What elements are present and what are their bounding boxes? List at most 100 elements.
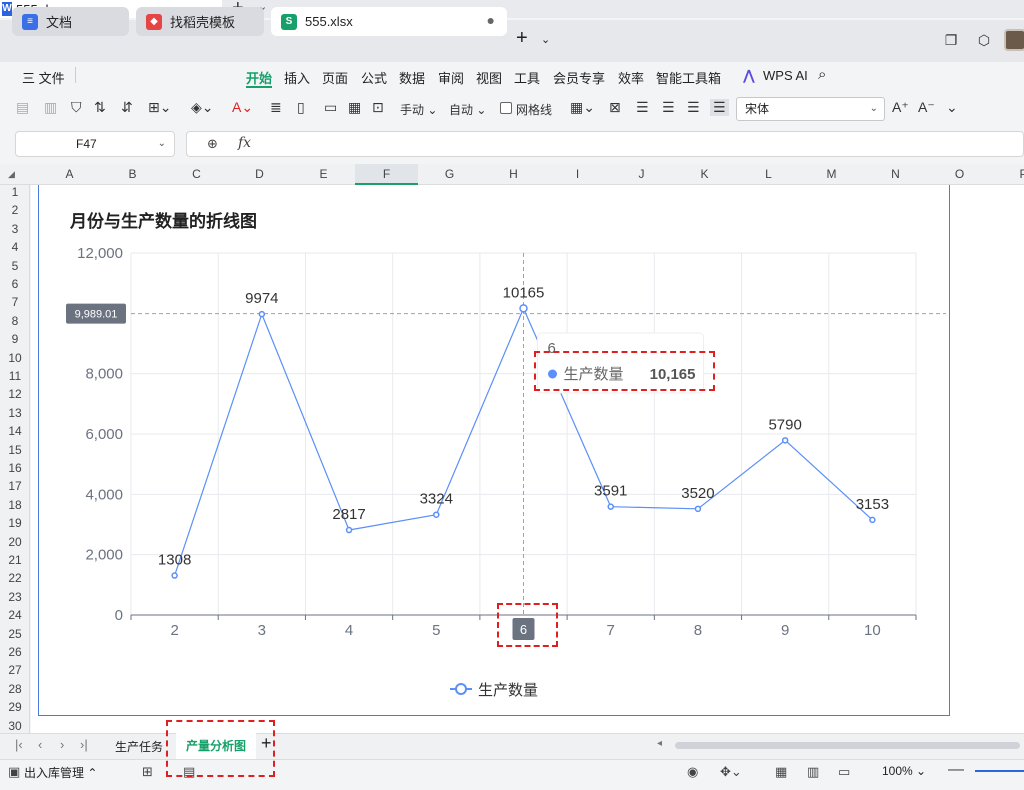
menu-formula[interactable]: 公式 [361, 68, 387, 87]
row-header[interactable]: 13 [0, 406, 30, 420]
row-header[interactable]: 10 [0, 351, 30, 365]
row-header[interactable]: 5 [0, 259, 30, 273]
column-header[interactable]: E [292, 164, 355, 185]
row-header[interactable]: 9 [0, 332, 30, 346]
normal-view-icon[interactable]: ▦ [775, 764, 787, 780]
menu-insert[interactable]: 插入 [284, 68, 310, 87]
tab-templates[interactable]: ◆ 找稻壳模板 [136, 7, 264, 36]
row-header[interactable]: 28 [0, 682, 30, 696]
font-color-icon[interactable]: A⌄ [232, 99, 253, 116]
scroll-left-icon[interactable]: ◂ [657, 738, 662, 749]
row-header[interactable]: 8 [0, 314, 30, 328]
format-painter-icon[interactable]: ▥ [44, 99, 57, 116]
freeze-icon[interactable]: ▦ [348, 99, 361, 116]
column-header[interactable]: G [418, 164, 481, 185]
zoom-out-icon[interactable]: — [948, 761, 964, 779]
align-icon[interactable]: ⊡ [372, 99, 384, 116]
page-layout-icon[interactable]: ▥ [807, 764, 819, 780]
row-header[interactable]: 7 [0, 295, 30, 309]
tab-documents[interactable]: ≡ 文档 [12, 7, 129, 36]
row-header[interactable]: 20 [0, 535, 30, 549]
row-header[interactable]: 12 [0, 387, 30, 401]
prev-sheet-icon[interactable]: ‹ [38, 737, 42, 752]
align-left-icon[interactable]: ☰ [636, 99, 649, 116]
row-header[interactable]: 23 [0, 590, 30, 604]
menu-member[interactable]: 会员专享 [553, 68, 605, 87]
wrap-icon[interactable]: ≣ [270, 99, 282, 116]
horizontal-scrollbar[interactable] [675, 742, 1020, 749]
menu-data[interactable]: 数据 [399, 68, 425, 87]
column-header[interactable]: F [355, 164, 418, 185]
column-header[interactable]: A [38, 164, 101, 185]
line-chart[interactable]: 02,0004,0006,0008,00012,0002 3 4 5 6 7 8 9 109,9… [38, 185, 950, 716]
formula-input[interactable] [186, 131, 1024, 157]
new-tab-icon[interactable]: + [516, 27, 528, 50]
tab-modified-dot[interactable]: ● [487, 12, 495, 28]
column-icon[interactable]: ▯ [297, 99, 305, 116]
menu-wps-ai[interactable]: WPS AI [763, 68, 808, 83]
row-header[interactable]: 30 [0, 719, 30, 733]
sheet-tab-task[interactable]: 生产任务 [115, 738, 163, 755]
column-header[interactable]: P [992, 164, 1024, 185]
row-header[interactable]: 3 [0, 222, 30, 236]
border-icon[interactable]: ⊞⌄ [148, 99, 171, 116]
column-header[interactable]: H [482, 164, 545, 185]
clear-format-icon[interactable]: ⊠ [609, 99, 621, 116]
row-header[interactable]: 24 [0, 608, 30, 622]
row-header[interactable]: 16 [0, 461, 30, 475]
column-header[interactable]: O [928, 164, 991, 185]
row-header[interactable]: 29 [0, 700, 30, 714]
last-sheet-icon[interactable]: ›| [80, 737, 88, 752]
row-header[interactable]: 1 [0, 185, 30, 199]
column-header[interactable]: J [610, 164, 673, 185]
name-box[interactable]: F47 ⌄ [15, 131, 175, 157]
align-right-icon[interactable]: ☰ [687, 99, 700, 116]
menu-efficiency[interactable]: 效率 [618, 68, 644, 87]
align-center-icon[interactable]: ☰ [662, 99, 675, 116]
row-header[interactable]: 18 [0, 498, 30, 512]
menu-smart-toolbox[interactable]: 智能工具箱 [656, 68, 721, 87]
column-header[interactable]: L [737, 164, 800, 185]
tab-spreadsheet[interactable]: S 555.xlsx ● [271, 7, 507, 36]
row-header[interactable]: 11 [0, 369, 30, 383]
merge-icon[interactable]: ▭ [324, 99, 337, 116]
justify-icon[interactable]: ☰ [710, 99, 729, 116]
column-header[interactable]: B [101, 164, 164, 185]
column-header[interactable]: M [800, 164, 863, 185]
row-header[interactable]: 6 [0, 277, 30, 291]
file-menu[interactable]: 三 文件 [22, 68, 65, 87]
row-header[interactable]: 27 [0, 663, 30, 677]
view-mode-icon[interactable]: ✥⌄ [720, 764, 742, 780]
stock-management-button[interactable]: 出入库管理 ⌃ [24, 764, 97, 781]
sort-icon[interactable]: ⇅ [94, 99, 106, 116]
row-header[interactable]: 15 [0, 443, 30, 457]
gridlines-checkbox[interactable] [500, 102, 512, 114]
row-header[interactable]: 4 [0, 240, 30, 254]
column-header[interactable]: K [673, 164, 736, 185]
chevron-down-icon[interactable]: ⌄ [541, 33, 550, 46]
fill-color-icon[interactable]: ◈⌄ [191, 99, 214, 116]
row-header[interactable]: 14 [0, 424, 30, 438]
eye-icon[interactable]: ◉ [687, 764, 698, 780]
page-break-icon[interactable]: ▭ [838, 764, 850, 780]
menu-page[interactable]: 页面 [322, 68, 348, 87]
row-header[interactable]: 22 [0, 571, 30, 585]
row-header[interactable]: 17 [0, 479, 30, 493]
menu-view[interactable]: 视图 [476, 68, 502, 87]
macro-icon[interactable]: ⊞ [142, 764, 153, 780]
row-header[interactable]: 25 [0, 627, 30, 641]
filter-icon[interactable]: ⛉ [71, 99, 82, 116]
auto-dropdown[interactable]: 自动 ⌄ [449, 101, 486, 118]
zoom-icon[interactable]: ⊕ [207, 136, 218, 152]
window-copy-icon[interactable]: ❐ [942, 31, 960, 49]
column-header[interactable]: I [546, 164, 609, 185]
avatar[interactable] [1004, 29, 1024, 51]
row-header[interactable]: 21 [0, 553, 30, 567]
menu-start[interactable]: 开始 [246, 68, 272, 87]
menu-tools[interactable]: 工具 [514, 68, 540, 87]
row-header[interactable]: 2 [0, 203, 30, 217]
select-all-icon[interactable]: ◢ [8, 169, 15, 180]
zoom-level[interactable]: 100% ⌄ [882, 764, 926, 778]
column-header[interactable]: N [864, 164, 927, 185]
menu-review[interactable]: 审阅 [438, 68, 464, 87]
